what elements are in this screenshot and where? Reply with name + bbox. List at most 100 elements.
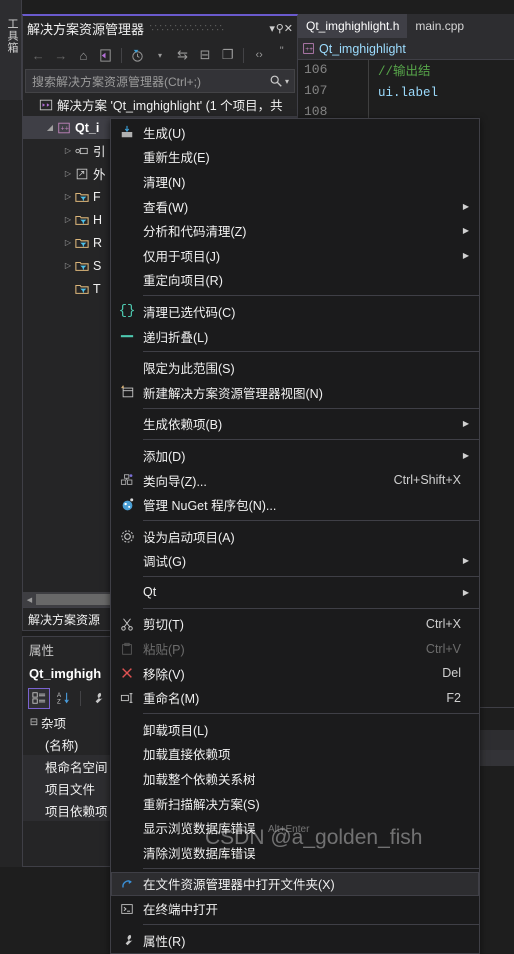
tree-item-label: S <box>93 258 102 273</box>
menu-item-rescan-solution[interactable]: 重新扫描解决方案(S) <box>111 791 479 816</box>
menu-item-analyze-and-code-cleanup[interactable]: 分析和代码清理(Z) ▶ <box>111 218 479 243</box>
property-name: (名称) <box>45 738 79 753</box>
menu-item-project-only[interactable]: 仅用于项目(J) ▶ <box>111 243 479 268</box>
expand-twisty-icon[interactable]: ▷ <box>61 261 75 270</box>
properties-icon[interactable]: " <box>271 45 292 66</box>
menu-item-show-browse-database-errors[interactable]: 显示浏览数据库错误 <box>111 815 479 840</box>
tree-row[interactable]: 解决方案 'Qt_imghighlight' (1 个项目，共 <box>23 93 297 116</box>
collapse-all-icon[interactable]: ⊟ <box>195 45 216 66</box>
property-name: 根命名空间 <box>45 760 108 775</box>
search-placeholder: 搜索解决方案资源管理器(Ctrl+;) <box>32 74 201 89</box>
menu-item-rename[interactable]: 重命名(M) F2 <box>111 685 479 710</box>
menu-item-retarget-project[interactable]: 重定向项目(R) <box>111 268 479 293</box>
home-icon[interactable]: ⌂ <box>73 45 94 66</box>
alphabetical-sort-icon[interactable]: AZ <box>53 688 75 709</box>
view-code-icon[interactable]: ‹› <box>249 45 270 66</box>
svg-text:++: ++ <box>61 125 69 133</box>
menu-item-open-in-terminal[interactable]: 在终端中打开 <box>111 896 479 921</box>
refresh-icon[interactable]: ⇆ <box>172 45 193 66</box>
search-input[interactable]: 搜索解决方案资源管理器(Ctrl+;) ▾ <box>25 69 295 93</box>
menu-item-add[interactable]: 添加(D) ▶ <box>111 443 479 468</box>
menu-item-label: 移除(V) <box>143 667 185 682</box>
menu-item-clean[interactable]: 清理(N) <box>111 169 479 194</box>
menu-item-shortcut: Ctrl+Shift+X <box>393 473 461 488</box>
menu-item-new-solution-explorer-view[interactable]: 新建解决方案资源管理器视图(N) <box>111 380 479 405</box>
menu-item-load-direct-dependencies[interactable]: 加载直接依赖项 <box>111 742 479 767</box>
expand-twisty-icon[interactable]: ▷ <box>61 238 75 247</box>
expand-twisty-icon[interactable]: ◢ <box>43 123 57 132</box>
menu-item-label: 加载整个依赖关系树 <box>143 773 256 788</box>
menu-item-set-as-startup-project[interactable]: 设为启动项目(A) <box>111 524 479 549</box>
filter-folder-icon <box>75 213 93 227</box>
toolbox-tab-label: 工具箱 <box>6 18 18 54</box>
menu-item-properties[interactable]: 属性(R) <box>111 928 479 953</box>
menu-item-debug[interactable]: 调试(G) ▶ <box>111 549 479 574</box>
show-all-files-icon[interactable]: ❐ <box>217 45 238 66</box>
search-icon[interactable] <box>269 74 285 88</box>
menu-item-shortcut: Ctrl+V <box>425 641 461 656</box>
menu-item-build[interactable]: 生成(U) <box>111 120 479 145</box>
line-number: 106 <box>304 62 328 77</box>
menu-item-clear-browse-database-errors[interactable]: 清除浏览数据库错误 <box>111 840 479 865</box>
panel-pin-icon[interactable]: ⚲ <box>276 19 284 39</box>
menu-separator <box>143 519 479 521</box>
properties-toolbar-separator <box>80 690 81 706</box>
menu-item-label: 添加(D) <box>143 449 186 464</box>
scroll-left-icon[interactable]: ◀ <box>23 596 36 604</box>
toolbox-tab[interactable]: 工具箱 <box>0 0 22 100</box>
search-dropdown-icon[interactable]: ▾ <box>285 77 294 86</box>
menu-item-class-wizard[interactable]: 类向导(Z)... Ctrl+Shift+X <box>111 468 479 493</box>
panel-close-icon[interactable]: ✕ <box>284 19 293 39</box>
tree-item-label: Qt_i <box>75 120 100 135</box>
expand-twisty-icon[interactable]: ▷ <box>61 146 75 155</box>
menu-separator <box>143 351 479 353</box>
menu-item-rebuild[interactable]: 重新生成(E) <box>111 145 479 170</box>
chevron-right-icon: ▶ <box>462 250 469 260</box>
menu-item-label: 清除浏览数据库错误 <box>143 846 256 861</box>
menu-item-qt[interactable]: Qt ▶ <box>111 580 479 605</box>
menu-item-build-dependencies[interactable]: 生成依赖项(B) ▶ <box>111 412 479 437</box>
navbar-class-name: Qt_imghighlight <box>319 41 406 56</box>
forward-icon[interactable]: → <box>51 45 72 66</box>
menu-item-open-folder-in-file-explorer[interactable]: 在文件资源管理器中打开文件夹(X) <box>111 871 479 897</box>
property-pages-icon[interactable] <box>86 688 108 709</box>
editor-navigation-bar[interactable]: ++ Qt_imghighlight <box>298 38 514 60</box>
code-line: ui.label <box>378 83 439 104</box>
tab-qt-imghighlight-h[interactable]: Qt_imghighlight.h <box>298 14 408 38</box>
menu-separator <box>143 407 479 409</box>
tree-item-label: 解决方案 'Qt_imghighlight' (1 个项目，共 <box>57 99 283 113</box>
property-name: 项目依赖项 <box>45 804 108 819</box>
menu-item-cut[interactable]: 剪切(T) Ctrl+X <box>111 612 479 637</box>
menu-item-remove[interactable]: 移除(V) Del <box>111 661 479 686</box>
menu-item-manage-nuget-packages[interactable]: 管理 NuGet 程序包(N)... <box>111 492 479 517</box>
pending-changes-filter-icon[interactable] <box>127 45 148 66</box>
chevron-right-icon: ▶ <box>462 201 469 211</box>
expand-twisty-icon[interactable]: ▷ <box>61 169 75 178</box>
panel-dropdown-icon[interactable]: ▾ <box>269 19 276 39</box>
new-view-icon <box>111 385 143 399</box>
menu-item-cleanup-selected-code[interactable]: {} 清理已选代码(C) <box>111 299 479 324</box>
expand-twisty-icon[interactable]: ▷ <box>61 215 75 224</box>
property-name: 项目文件 <box>45 782 96 797</box>
class-icon: ++ <box>302 42 315 55</box>
tree-item-label: H <box>93 212 103 227</box>
tree-item-label: F <box>93 189 101 204</box>
references-icon <box>75 144 93 158</box>
tree-item-label: T <box>93 281 101 296</box>
menu-item-load-entire-dependency-tree[interactable]: 加载整个依赖关系树 <box>111 766 479 791</box>
expand-twisty-icon[interactable]: ▷ <box>61 192 75 201</box>
filter-dropdown-icon[interactable]: ▾ <box>150 45 171 66</box>
collapse-icon <box>111 333 143 339</box>
menu-item-scope-to-this[interactable]: 限定为此范围(S) <box>111 355 479 380</box>
menu-item-label: 类向导(Z)... <box>143 474 207 489</box>
back-icon[interactable]: ← <box>28 45 49 66</box>
cpp-project-icon: ++ <box>57 121 75 135</box>
startup-project-icon <box>111 529 143 544</box>
menu-item-view[interactable]: 查看(W) ▶ <box>111 194 479 219</box>
menu-item-collapse-recursively[interactable]: 递归折叠(L) <box>111 324 479 349</box>
categorized-icon[interactable] <box>28 687 50 709</box>
tab-main-cpp[interactable]: main.cpp <box>407 14 473 38</box>
collapse-icon[interactable]: ⊟ <box>27 717 41 728</box>
sync-with-active-document-icon[interactable] <box>96 45 117 66</box>
menu-item-unload-project[interactable]: 卸载项目(L) <box>111 717 479 742</box>
